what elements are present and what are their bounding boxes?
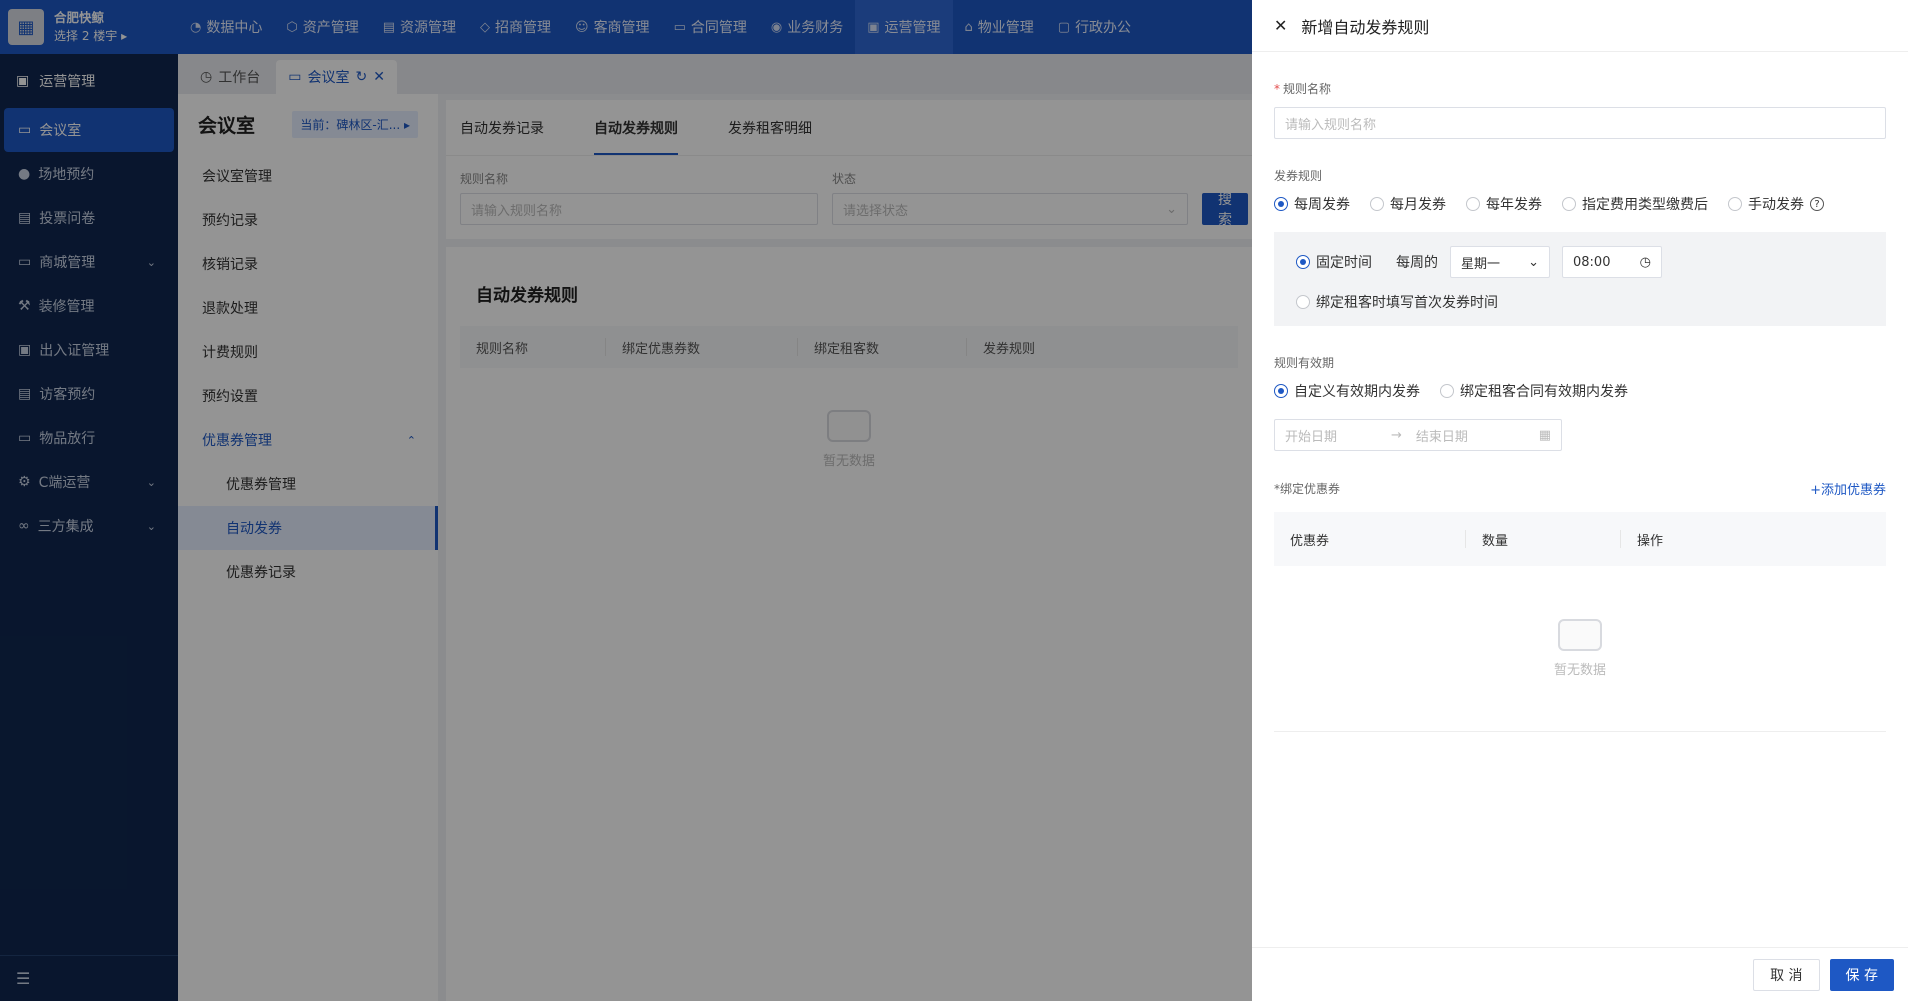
bind-coupon-label: *绑定优惠券: [1274, 482, 1341, 496]
weekly-schedule-box: 固定时间 每周的 星期一 ⌄ 08:00 ◷ 绑定租客时填写首次发券时间: [1274, 232, 1886, 326]
issue-rule-radio-4[interactable]: 手动发券?: [1728, 194, 1824, 214]
issue-rule-radio-1[interactable]: 每月发券: [1370, 194, 1446, 214]
validity-radio-1[interactable]: 绑定租客合同有效期内发券: [1440, 381, 1628, 401]
coupon-table-body: 暂无数据: [1274, 566, 1886, 732]
drawer-title: 新增自动发券规则: [1301, 17, 1430, 37]
add-coupon-link[interactable]: +添加优惠券: [1810, 479, 1886, 498]
issue-rule-radio-3[interactable]: 指定费用类型缴费后: [1562, 194, 1708, 214]
empty-inbox-icon: [1557, 619, 1602, 651]
issue-rule-radio-0[interactable]: 每周发券: [1274, 194, 1350, 214]
issue-rule-options: 每周发券 每月发券 每年发券 指定费用类型缴费后 手动发券?: [1274, 194, 1886, 214]
help-icon[interactable]: ?: [1810, 197, 1824, 211]
add-rule-drawer: ✕ 新增自动发券规则 * 规则名称 请输入规则名称 发券规则 每周发券 每月发券 每年…: [1252, 0, 1908, 1001]
rule-name-label: * 规则名称: [1274, 82, 1332, 96]
time-picker[interactable]: 08:00 ◷: [1562, 246, 1662, 278]
validity-label: 规则有效期: [1274, 356, 1335, 370]
arrow-right-icon: →: [1391, 427, 1402, 443]
issue-rule-radio-2[interactable]: 每年发券: [1466, 194, 1542, 214]
cancel-button[interactable]: 取 消: [1753, 958, 1820, 991]
coupon-empty-state: 暂无数据: [1554, 619, 1606, 678]
rule-name-input[interactable]: 请输入规则名称: [1274, 107, 1886, 139]
coupon-table-header: 优惠券 数量 操作: [1274, 512, 1886, 566]
coupon-column-header: 操作: [1637, 533, 1664, 549]
modal-overlay[interactable]: [0, 0, 1252, 1001]
weekday-select[interactable]: 星期一 ⌄: [1450, 246, 1550, 278]
coupon-column-header: 数量: [1466, 530, 1621, 549]
clock-icon: ◷: [1639, 254, 1651, 270]
bind-time-radio[interactable]: 绑定租客时填写首次发券时间: [1296, 292, 1498, 312]
start-date-input[interactable]: 开始日期: [1285, 426, 1337, 445]
calendar-icon: ▦: [1538, 427, 1551, 443]
chevron-down-icon: ⌄: [1528, 254, 1539, 270]
weekly-label: 每周的: [1396, 255, 1438, 271]
save-button[interactable]: 保 存: [1829, 958, 1894, 991]
close-icon[interactable]: ✕: [1274, 16, 1287, 35]
date-range-picker[interactable]: 开始日期 → 结束日期 ▦: [1274, 419, 1562, 451]
validity-options: 自定义有效期内发券 绑定租客合同有效期内发券: [1274, 381, 1886, 401]
fixed-time-radio[interactable]: 固定时间: [1296, 252, 1372, 272]
issue-rule-label: 发券规则: [1274, 169, 1323, 183]
validity-radio-0[interactable]: 自定义有效期内发券: [1274, 381, 1420, 401]
end-date-input[interactable]: 结束日期: [1416, 426, 1468, 445]
coupon-column-header: 优惠券: [1274, 530, 1466, 549]
